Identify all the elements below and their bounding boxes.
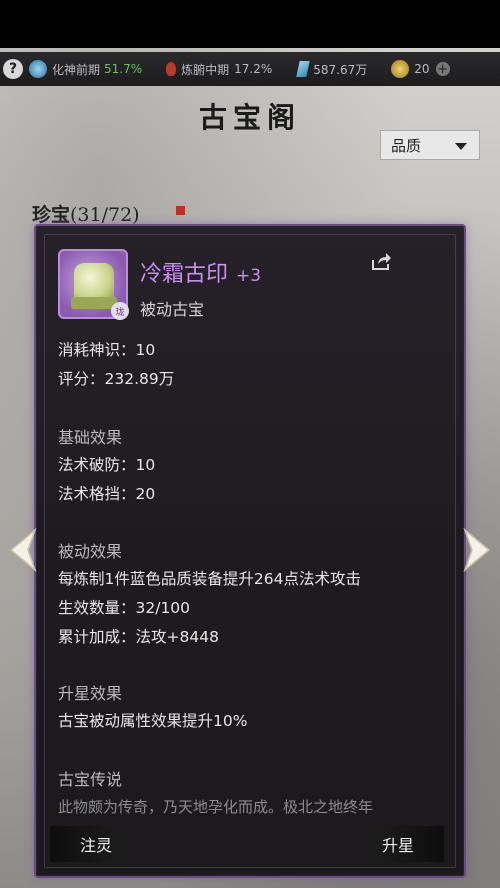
treasure-label-text: 珍宝	[32, 204, 71, 226]
lore-title: 古宝传说	[58, 770, 123, 789]
lore-text: 此物颇为传奇，乃天地孕化而成。极北之地终年	[58, 798, 374, 816]
basic-effect-title: 基础效果	[58, 428, 123, 447]
realm-progress: 51.7%	[104, 62, 143, 76]
coin-icon	[391, 60, 410, 78]
body-realm-progress: 17.2%	[234, 62, 273, 76]
spirit-stone-count: 587.67万	[313, 62, 368, 77]
realm-icon	[29, 60, 47, 78]
share-icon[interactable]	[370, 252, 392, 272]
currency-count: 20	[414, 62, 430, 76]
seal-mark-icon	[176, 206, 185, 215]
item-level: +3	[236, 266, 262, 286]
upgrade-star-button[interactable]: 升星	[352, 826, 444, 862]
quality-filter-dropdown[interactable]: 品质	[380, 130, 480, 160]
passive-effect-line: 累计加成：法攻+8448	[58, 628, 219, 646]
flame-icon	[166, 62, 177, 76]
item-badge: 珑	[111, 302, 129, 320]
treasure-count: (31/72)	[70, 204, 140, 226]
cost-line: 消耗神识：10	[58, 341, 156, 359]
item-name: 冷霜古印 +3	[140, 256, 261, 288]
jade-seal-icon	[71, 263, 117, 309]
realm-label: 化神前期	[52, 62, 101, 77]
help-icon[interactable]: ?	[3, 59, 23, 79]
infuse-button[interactable]: 注灵	[50, 826, 142, 862]
item-type: 被动古宝	[140, 300, 205, 319]
status-bar: ? 化神前期 51.7% 炼腑中期 17.2% 587.67万 20 +	[0, 52, 500, 86]
score-line: 评分：232.89万	[58, 370, 175, 388]
filter-label: 品质	[391, 136, 422, 155]
body-realm-label: 炼腑中期	[181, 62, 230, 77]
item-detail-card: 珑 冷霜古印 +3 被动古宝 消耗神识：10 评分：232.89万 基础效果 法术…	[34, 224, 466, 878]
basic-effect-line: 法术破防：10	[58, 456, 156, 474]
chevron-right-icon[interactable]	[462, 528, 492, 572]
item-name-text: 冷霜古印	[140, 262, 229, 287]
passive-effect-line: 生效数量：32/100	[58, 599, 191, 617]
top-strip	[0, 0, 500, 48]
chevron-down-icon	[455, 143, 467, 150]
crystal-icon	[296, 61, 310, 77]
treasure-collection-label: 珍宝(31/72)	[32, 200, 140, 227]
star-effect-line: 古宝被动属性效果提升10%	[58, 712, 248, 730]
passive-effect-title: 被动效果	[58, 542, 123, 561]
item-icon: 珑	[58, 249, 129, 320]
passive-effect-line: 每炼制1件蓝色品质装备提升264点法术攻击	[58, 570, 361, 588]
plus-icon[interactable]: +	[435, 62, 450, 76]
chevron-left-icon[interactable]	[8, 528, 38, 572]
basic-effect-line: 法术格挡：20	[58, 485, 156, 503]
star-effect-title: 升星效果	[58, 684, 123, 703]
